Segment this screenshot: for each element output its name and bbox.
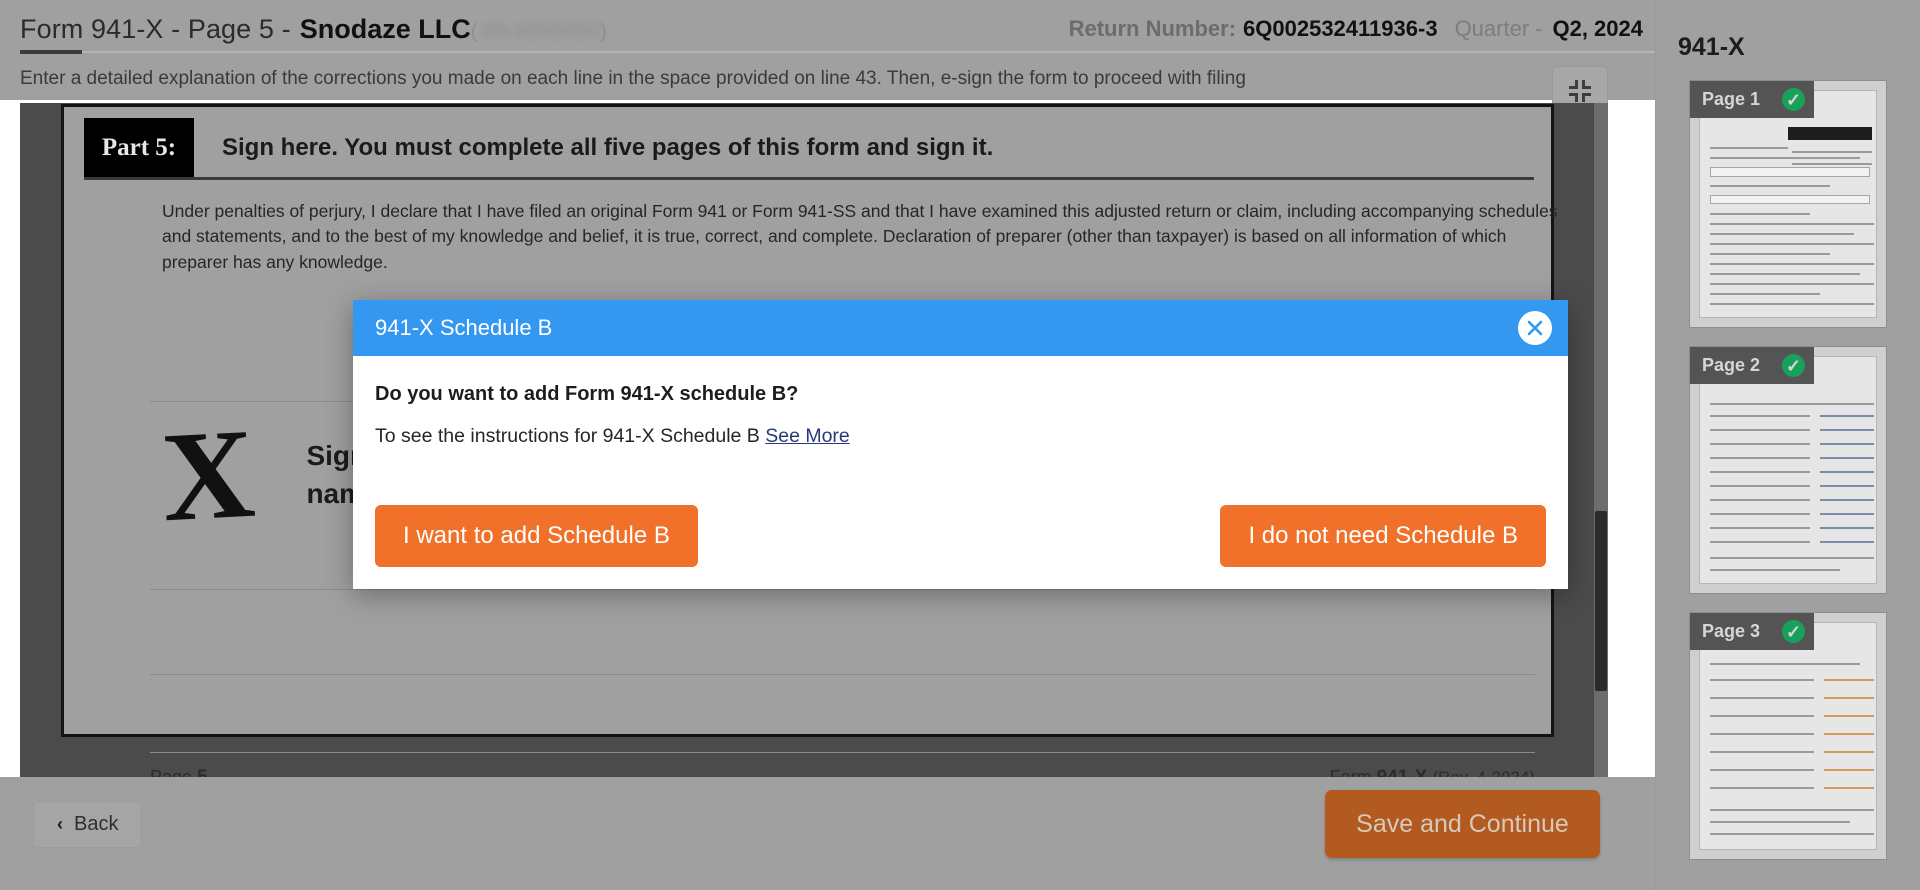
close-button[interactable] xyxy=(1518,311,1552,345)
viewer-scrollbar-track[interactable] xyxy=(1594,103,1608,777)
quarter-dash: - xyxy=(1535,16,1543,41)
page-thumbnail-1-preview xyxy=(1699,90,1877,318)
check-icon: ✓ xyxy=(1782,620,1805,643)
perjury-statement: Under penalties of perjury, I declare th… xyxy=(162,201,1558,272)
company-name: Snodaze LLC xyxy=(299,13,471,44)
divider-4 xyxy=(150,752,1535,753)
instruction-bar: Enter a detailed explanation of the corr… xyxy=(0,58,1655,100)
page-thumbnail-3[interactable]: Page 3 ✓ xyxy=(1689,612,1887,860)
viewer-scrollbar-thumb[interactable] xyxy=(1595,511,1607,691)
page-thumbnail-3-preview xyxy=(1699,622,1877,850)
page-thumbnail-1[interactable]: Page 1 ✓ xyxy=(1689,80,1887,328)
quarter-label: Quarter xyxy=(1454,16,1530,41)
modal-actions: I want to add Schedule B I do not need S… xyxy=(353,505,1568,567)
modal-question: Do you want to add Form 941-X schedule B… xyxy=(375,383,799,405)
back-button-label: Back xyxy=(74,813,119,835)
page-thumbnail-2-preview xyxy=(1699,356,1877,584)
page-thumbnail-1-label: Page 1 xyxy=(1702,89,1761,109)
page-thumbnail-2-header: Page 2 ✓ xyxy=(1690,347,1814,384)
return-number-label: Return Number: xyxy=(1068,16,1237,41)
save-button-label: Save and Continue xyxy=(1356,809,1569,838)
schedule-b-modal: 941-X Schedule B Do you want to add Form… xyxy=(353,300,1568,589)
footer-page-label: Page xyxy=(150,767,193,777)
part5-header: Part 5: Sign here. You must complete all… xyxy=(84,118,1534,180)
back-button[interactable]: ‹ Back xyxy=(33,801,143,848)
page-thumbnail-3-label: Page 3 xyxy=(1702,621,1761,641)
add-schedule-b-button[interactable]: I want to add Schedule B xyxy=(375,505,698,567)
header-left: Form 941-X - Page 5 - Snodaze LLC (00-00… xyxy=(0,14,607,45)
title-accent-underline xyxy=(20,50,82,54)
page-header: Form 941-X - Page 5 - Snodaze LLC (00-00… xyxy=(0,0,1655,58)
check-icon: ✓ xyxy=(1782,354,1805,377)
part5-title: Sign here. You must complete all five pa… xyxy=(222,133,994,161)
quarter-value: Q2, 2024 xyxy=(1552,16,1643,41)
footer-form-label: Form xyxy=(1329,767,1372,777)
modal-header: 941-X Schedule B xyxy=(353,300,1568,356)
page-thumbnail-1-header: Page 1 ✓ xyxy=(1690,81,1814,118)
collapse-fullscreen-icon xyxy=(1569,80,1591,102)
return-number-value: 6Q002532411936-3 xyxy=(1243,16,1438,41)
decline-schedule-b-button[interactable]: I do not need Schedule B xyxy=(1220,505,1546,567)
footer-bar: ‹ Back Save and Continue xyxy=(0,777,1655,890)
see-more-link[interactable]: See More xyxy=(765,425,850,447)
modal-instruction-text: To see the instructions for 941-X Schedu… xyxy=(375,425,760,447)
ein-close-paren: ) xyxy=(600,20,607,43)
modal-title: 941-X Schedule B xyxy=(375,315,553,340)
chevron-left-icon: ‹ xyxy=(57,814,63,834)
footer-revision: (Rev. 4-2024) xyxy=(1432,768,1535,777)
page-thumbnail-sidebar: 941-X Page 1 ✓ Page 2 ✓ Page 3 ✓ xyxy=(1655,0,1920,890)
part5-tag: Part 5: xyxy=(84,118,194,177)
title-divider xyxy=(82,51,1655,53)
page-title: Form 941-X - Page 5 - xyxy=(20,13,291,44)
divider-2 xyxy=(150,589,1535,590)
divider-3 xyxy=(150,674,1535,675)
footer-page-number: 5 xyxy=(197,767,208,777)
footer-form-name: 941-X xyxy=(1377,767,1428,777)
instruction-text: Enter a detailed explanation of the corr… xyxy=(20,68,1246,89)
close-icon xyxy=(1527,320,1543,336)
page-thumbnail-2-label: Page 2 xyxy=(1702,355,1761,375)
modal-body: Do you want to add Form 941-X schedule B… xyxy=(353,356,1568,448)
modal-instruction: To see the instructions for 941-X Schedu… xyxy=(375,425,1546,448)
page-thumbnail-2[interactable]: Page 2 ✓ xyxy=(1689,346,1887,594)
app-root: Form 941-X - Page 5 - Snodaze LLC (00-00… xyxy=(0,0,1920,890)
ein-open-paren: ( xyxy=(470,20,478,43)
sidebar-title: 941-X xyxy=(1678,33,1745,61)
check-icon: ✓ xyxy=(1782,88,1805,111)
save-and-continue-button[interactable]: Save and Continue xyxy=(1325,790,1600,858)
signature-x-mark: X xyxy=(158,401,259,549)
footer-form-indicator: Form 941-X (Rev. 4-2024) xyxy=(1330,767,1535,777)
header-right: Return Number: 6Q002532411936-3 Quarter … xyxy=(1069,16,1655,42)
footer-page-indicator: Page 5 xyxy=(150,767,208,777)
ein-masked: 00-0000000 xyxy=(483,20,601,43)
page-thumbnail-3-header: Page 3 ✓ xyxy=(1690,613,1814,650)
form-page-footer: Page 5 Form 941-X (Rev. 4-2024) xyxy=(150,767,1535,777)
